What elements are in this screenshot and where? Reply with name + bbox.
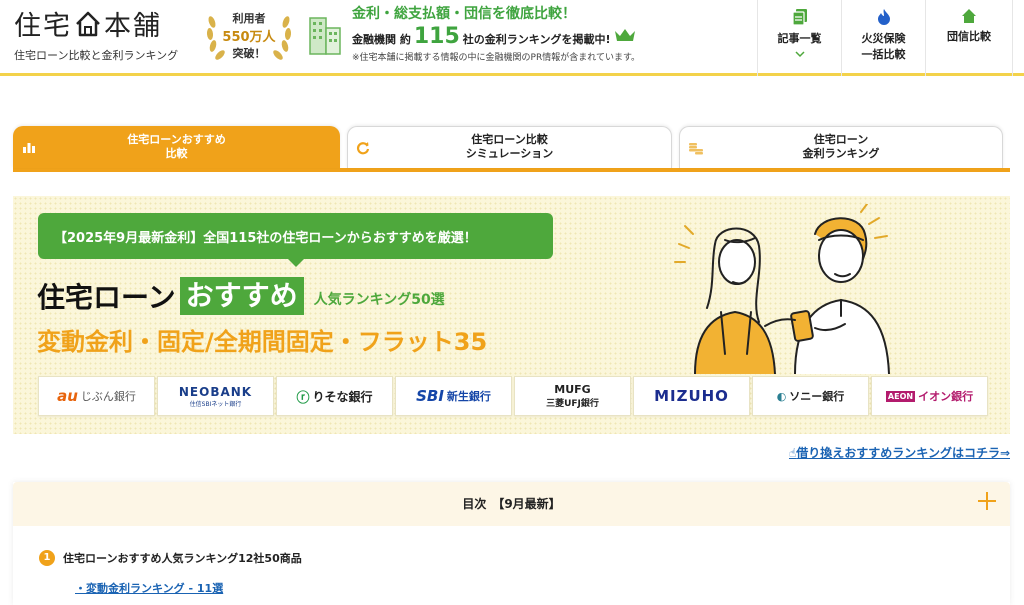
logo-title: 住宅 本舗 [14,4,178,43]
nav-fire-insurance[interactable]: 火災保険 一括比較 [841,0,925,76]
bank-logos: au じぶん銀行 NEOBANK 住信SBIネット銀行 ⓡ りそな銀行 SBI 新生銀行… [38,376,988,416]
tab-3-line-1: 住宅ローン [813,133,869,146]
hero-banner[interactable]: 【2025年9月最新金利】全国115社の住宅ローンからおすすめを厳選！ 住宅ロー… [13,196,1010,434]
toc-item-label: 住宅ローンおすすめ人気ランキング12社50商品 [63,552,302,565]
document-copy-icon [791,9,807,26]
au-logo-mark: au [57,387,78,405]
couple-illustration [674,204,890,374]
table-of-contents: 目次 【9月最新】 1 住宅ローンおすすめ人気ランキング12社50商品 ・変動金… [13,482,1010,605]
pr-disclaimer: ※住宅本舗に掲載する情報の中に金融機関のPR情報が含まれています。 [352,53,641,63]
promo-count: 115 [413,24,460,49]
sbi-logo-mark: SBI [416,387,444,405]
bank-name: 新生銀行 [446,390,491,403]
home-icon [962,9,976,23]
toc-header[interactable]: 目次 【9月最新】 [13,482,1010,526]
bank-mizuho[interactable]: MIZUHO [633,376,750,416]
hero-heading-highlight: おすすめ [179,277,304,315]
promo-block: 金利・総支払額・団信を徹底比較！ 金融機関 約 115 社の金利ランキングを掲載… [352,3,682,63]
bank-sbi-shinsei[interactable]: SBI 新生銀行 [395,376,512,416]
tab-1-line-2: 比較 [165,147,188,160]
bank-name: ソニー銀行 [789,390,845,403]
bank-name: MIZUHO [654,387,729,405]
logo-text-2: 本舗 [104,11,162,42]
nav-group-credit-label: 団信比較 [947,30,991,43]
logo-text-1: 住宅 [14,11,72,42]
promo-title: 金利・総支払額・団信を徹底比較！ [352,6,576,22]
resona-logo-mark: ⓡ [296,390,310,406]
bank-subname: 住信SBIネット銀行 [189,400,242,408]
main-tabs: 住宅ローンおすすめ 比較 住宅ローン比較 シミュレーション 住宅ローン 金利ラン… [13,126,1010,172]
tab-3-line-2: 金利ランキング [802,147,880,160]
bank-sony[interactable]: ◐ ソニー銀行 [752,376,869,416]
toc-title: 目次 【9月最新】 [462,497,561,511]
hero-heading-main: 住宅ローン [37,281,176,314]
tab-2-line-2: シミュレーション [465,147,554,160]
bank-name: NEOBANK [178,384,253,399]
bank-resona[interactable]: ⓡ りそな銀行 [276,376,393,416]
bank-name: MUFG [554,383,591,396]
refinance-ranking-link[interactable]: ☝借り換えおすすめランキングはコチラ⇒ [789,444,1010,461]
hero-speech-bubble: 【2025年9月最新金利】全国115社の住宅ローンからおすすめを厳選！ [38,213,553,267]
bar-chart-icon [23,143,35,153]
nav-group-credit-life[interactable]: 団信比較 [925,0,1013,76]
refresh-icon [357,142,370,155]
aeon-logo-mark: AEON [885,390,916,402]
bank-mufg[interactable]: MUFG 三菱UFJ銀行 [514,376,631,416]
bank-aeon[interactable]: AEON イオン銀行 [871,376,988,416]
hero-heading: 住宅ローン おすすめ 人気ランキング50選 [37,276,445,316]
nav-articles[interactable]: 記事一覧 [757,0,841,76]
hero-heading-rank: 人気ランキング50選 [313,292,445,308]
tab-simulation[interactable]: 住宅ローン比較 シミュレーション [347,126,672,168]
nav-fire-label-1: 火災保険 [861,32,906,45]
toc-item-number: 1 [39,550,55,566]
house-logo-icon [76,11,100,36]
sony-logo-mark: ◐ [776,389,787,403]
coins-icon [689,143,703,155]
flame-icon [877,9,890,25]
nav-articles-label: 記事一覧 [777,32,822,45]
hero-subheading: 変動金利・固定/全期間固定・フラット35 [37,328,488,356]
promo-prefix: 金融機関 約 [352,33,411,46]
nav-fire-label-2: 一括比較 [861,48,906,61]
promo-line: 金融機関 約 115 社の金利ランキングを掲載中! [352,24,682,49]
refinance-link-label: 借り換えおすすめランキングはコチラ⇒ [796,446,1010,460]
bank-au-jibun[interactable]: au じぶん銀行 [38,376,155,416]
promo-suffix: 社の金利ランキングを掲載中! [462,33,611,46]
tab-2-line-1: 住宅ローン比較 [471,133,548,146]
toc-subitem-link[interactable]: ・変動金利ランキング - 11選 [75,580,223,596]
bank-name: じぶん銀行 [80,390,136,403]
plus-icon[interactable] [976,490,998,512]
bank-neobank[interactable]: NEOBANK 住信SBIネット銀行 [157,376,274,416]
bank-name: イオン銀行 [918,390,974,403]
site-logo[interactable]: 住宅 本舗 住宅ローン比較と金利ランキング [14,4,178,63]
chevron-down-icon [794,51,805,58]
crown-icon [615,29,636,41]
tab-rate-ranking[interactable]: 住宅ローン 金利ランキング [679,126,1003,168]
building-icon [309,17,341,55]
tab-recommend-compare[interactable]: 住宅ローンおすすめ 比較 [13,126,340,168]
bank-subname: 三菱UFJ銀行 [546,399,599,409]
tab-1-line-1: 住宅ローンおすすめ [127,133,226,146]
logo-subtitle: 住宅ローン比較と金利ランキング [14,49,179,62]
toc-item[interactable]: 1 住宅ローンおすすめ人気ランキング12社50商品 [39,550,302,566]
laurel-wreath-icon [206,16,292,60]
bank-name: りそな銀行 [312,389,373,404]
site-header: 住宅 本舗 住宅ローン比較と金利ランキング 利用者 550万人 突破！ 金利・総… [0,0,1024,76]
users-badge: 利用者 550万人 突破！ [204,8,294,62]
